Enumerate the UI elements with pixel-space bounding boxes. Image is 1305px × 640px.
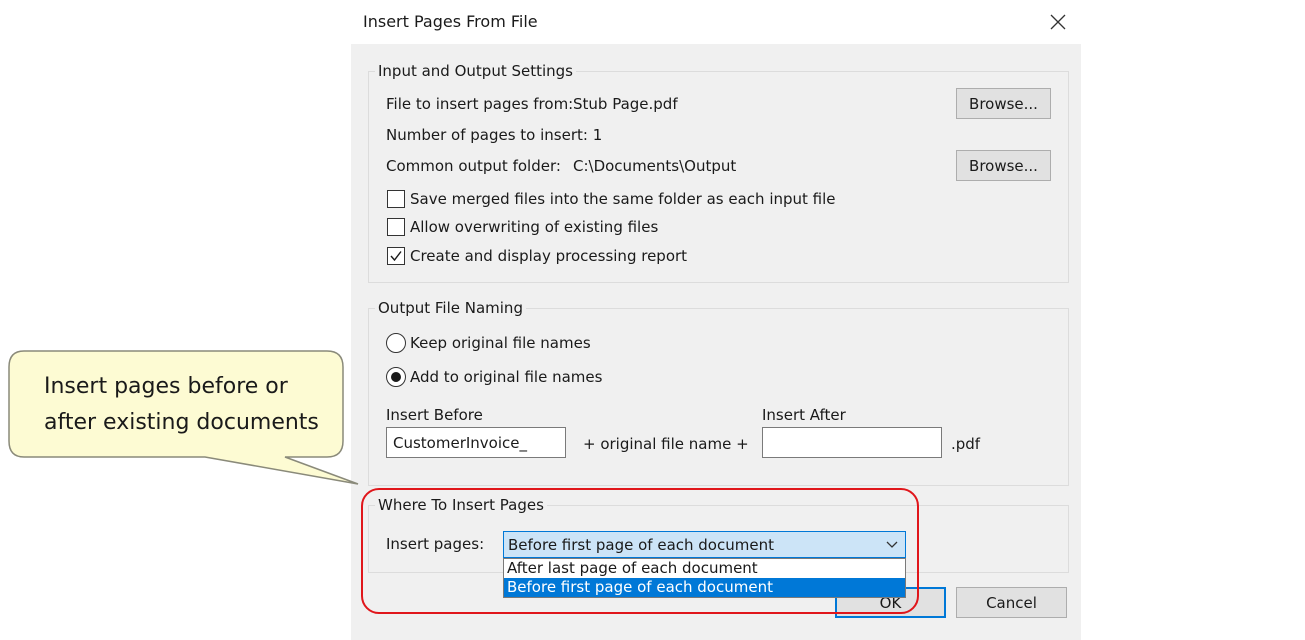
original-file-name-text: + original file name + xyxy=(583,435,749,453)
insert-before-value: CustomerInvoice_ xyxy=(393,433,527,452)
processing-report-checkbox[interactable] xyxy=(387,247,405,265)
allow-overwrite-label: Allow overwriting of existing files xyxy=(410,218,659,236)
naming-label: Output File Naming xyxy=(375,299,526,317)
close-button[interactable] xyxy=(1039,6,1077,38)
output-folder-value: C:\Documents\Output xyxy=(573,157,737,175)
insert-after-input[interactable] xyxy=(762,427,942,458)
callout-line-2: after existing documents xyxy=(44,410,319,435)
checkmark-icon xyxy=(390,251,402,262)
callout-line-1: Insert pages before or xyxy=(44,374,288,399)
file-label: File to insert pages from: xyxy=(386,95,574,113)
insert-after-label: Insert After xyxy=(762,406,846,424)
keep-names-label: Keep original file names xyxy=(410,334,591,352)
close-icon xyxy=(1050,14,1066,30)
cancel-button[interactable]: Cancel xyxy=(956,587,1067,618)
callout-text: Insert pages before or after existing do… xyxy=(44,369,334,441)
radio-dot-icon xyxy=(391,372,401,382)
pages-count-label: Number of pages to insert: 1 xyxy=(386,126,603,144)
io-settings-label: Input and Output Settings xyxy=(375,62,576,80)
highlight-annotation xyxy=(361,488,919,614)
keep-names-radio[interactable] xyxy=(386,333,406,353)
processing-report-label: Create and display processing report xyxy=(410,247,688,265)
title-bar: Insert Pages From File xyxy=(351,0,1081,44)
add-names-radio[interactable] xyxy=(386,367,406,387)
dialog-title: Insert Pages From File xyxy=(363,12,538,31)
add-names-label: Add to original file names xyxy=(410,368,603,386)
insert-before-input[interactable]: CustomerInvoice_ xyxy=(386,427,566,458)
browse-file-button[interactable]: Browse... xyxy=(956,88,1051,119)
allow-overwrite-checkbox[interactable] xyxy=(387,218,405,236)
file-value: Stub Page.pdf xyxy=(573,95,678,113)
save-same-folder-label: Save merged files into the same folder a… xyxy=(410,190,836,208)
pdf-extension-label: .pdf xyxy=(951,435,981,453)
save-same-folder-checkbox[interactable] xyxy=(387,190,405,208)
output-folder-label: Common output folder: xyxy=(386,157,561,175)
browse-output-button[interactable]: Browse... xyxy=(956,150,1051,181)
insert-before-label: Insert Before xyxy=(386,406,483,424)
